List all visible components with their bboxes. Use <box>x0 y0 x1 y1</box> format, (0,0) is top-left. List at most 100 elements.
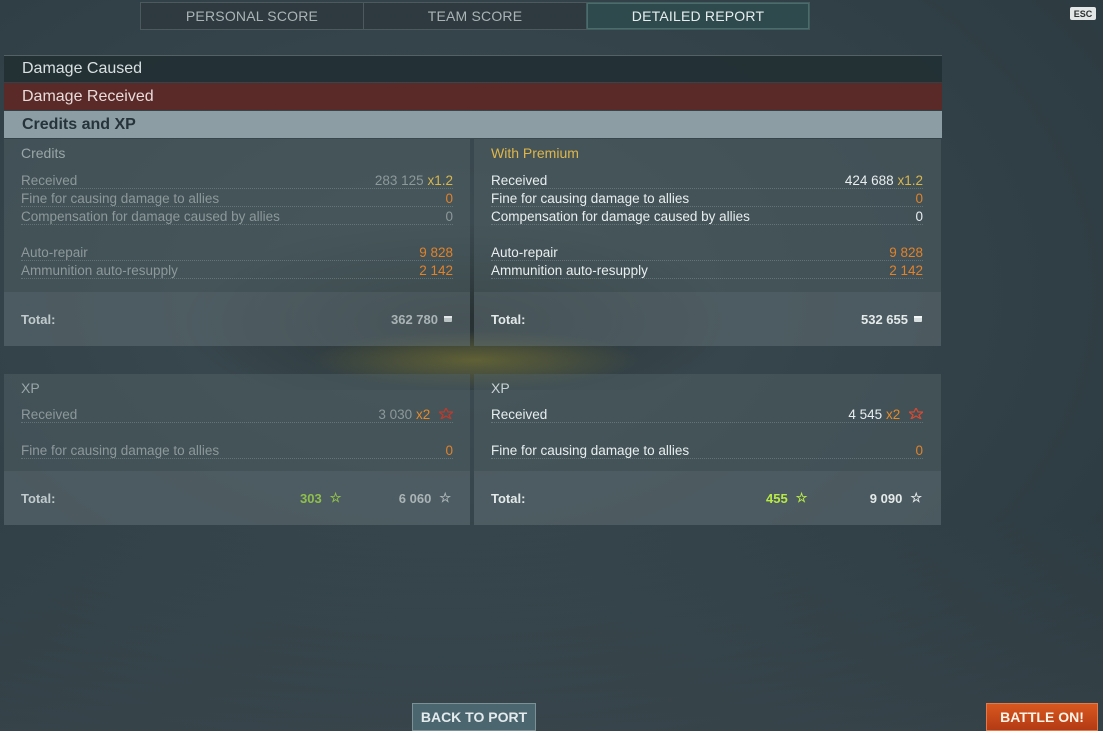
row-value: 0 <box>915 209 923 224</box>
premium-row-auto-repair: Auto-repair 9 828 <box>491 242 923 261</box>
credits-header: Credits <box>4 139 470 166</box>
row-label: Auto-repair <box>491 245 558 260</box>
row-value: 0 <box>445 209 453 224</box>
credits-total-box: Total: 362 780 <box>4 292 470 346</box>
star-icon: ☆ <box>329 490 342 505</box>
xp-header: XP <box>4 374 470 401</box>
xp-total-box: Total: 303 ☆ 6 060 ☆ <box>4 471 470 525</box>
row-label: Fine for causing damage to allies <box>21 443 220 458</box>
silver-coin-icon <box>913 312 923 327</box>
xp-row-fine: Fine for causing damage to allies 0 <box>21 440 453 459</box>
row-label: Ammunition auto-resupply <box>491 263 648 278</box>
row-value: 2 142 <box>889 263 923 278</box>
row-value: 3 030 x2 <box>378 406 455 422</box>
top-tabs: PERSONAL SCORE TEAM SCORE DETAILED REPOR… <box>140 2 810 30</box>
premium-row-ammo: Ammunition auto-resupply 2 142 <box>491 260 923 279</box>
premium-xp-row-fine: Fine for causing damage to allies 0 <box>491 440 923 459</box>
section-damage-caused-label: Damage Caused <box>22 60 143 77</box>
row-label: Received <box>491 407 548 422</box>
premium-xp-header: XP <box>474 374 941 401</box>
tab-personal-score[interactable]: PERSONAL SCORE <box>141 3 364 29</box>
premium-xp-row-received: Received 4 545 x2 <box>491 404 925 423</box>
premium-xp-total: 9 090 ☆ <box>870 471 922 525</box>
credits-header-label: Credits <box>21 144 66 161</box>
premium-elite-xp-total: 455 ☆ <box>766 471 807 525</box>
premium-header: With Premium <box>474 139 941 166</box>
row-label: Fine for causing damage to allies <box>491 191 690 206</box>
row-value: 2 142 <box>419 263 453 278</box>
credits-row-ammo: Ammunition auto-resupply 2 142 <box>21 260 453 279</box>
elite-xp-total: 303 ☆ <box>300 471 341 525</box>
premium-header-label: With Premium <box>491 144 579 161</box>
section-damage-caused[interactable]: Damage Caused <box>4 55 942 82</box>
row-label: Compensation for damage caused by allies <box>21 209 280 224</box>
section-credits-xp[interactable]: Credits and XP <box>4 111 942 138</box>
elite-xp-number: 303 <box>300 490 322 506</box>
value-number: 4 545 <box>848 407 883 422</box>
premium-elite-xp-number: 455 <box>766 490 788 506</box>
xp-row-received: Received 3 030 x2 <box>21 404 455 423</box>
premium-xp-total-number: 9 090 <box>869 490 903 506</box>
total-value: 362 780 <box>391 292 453 346</box>
premium-total-number: 532 655 <box>861 311 908 327</box>
premium-row-received: Received 424 688 x1.2 <box>491 170 923 189</box>
silver-coin-icon <box>443 312 453 327</box>
section-credits-xp-label: Credits and XP <box>22 115 136 133</box>
multiplier: x1.2 <box>897 173 923 188</box>
section-damage-received-label: Damage Received <box>22 87 154 105</box>
premium-row-fine: Fine for causing damage to allies 0 <box>491 188 923 207</box>
total-label: Total: <box>21 311 56 327</box>
row-value: 0 <box>915 443 923 458</box>
credits-total-number: 362 780 <box>391 311 438 327</box>
battle-on-button[interactable]: BATTLE ON! <box>986 703 1098 731</box>
row-label: Received <box>21 173 78 188</box>
back-to-port-button[interactable]: BACK TO PORT <box>412 703 536 731</box>
row-label: Ammunition auto-resupply <box>21 263 178 278</box>
premium-total-box: Total: 532 655 <box>474 292 941 346</box>
premium-xp-total-box: Total: 455 ☆ 9 090 ☆ <box>474 471 941 525</box>
row-value: 424 688 x1.2 <box>845 173 923 188</box>
total-label: Total: <box>21 490 56 506</box>
premium-row-compensation: Compensation for damage caused by allies… <box>491 206 923 225</box>
row-label: Received <box>21 407 78 422</box>
esc-button[interactable]: ESC <box>1070 7 1096 20</box>
row-label: Auto-repair <box>21 245 88 260</box>
multiplier: x2 <box>885 407 901 422</box>
row-value: 0 <box>915 191 923 206</box>
value-number: 283 125 <box>374 173 424 188</box>
xp-total: 6 060 ☆ <box>399 471 451 525</box>
tab-detailed-report[interactable]: DETAILED REPORT <box>587 3 809 29</box>
total-value: 532 655 <box>861 292 923 346</box>
multiplier: x1.2 <box>427 173 453 188</box>
value-number: 424 688 <box>844 173 894 188</box>
background-sea <box>0 520 1103 731</box>
row-label: Fine for causing damage to allies <box>491 443 690 458</box>
tab-team-score[interactable]: TEAM SCORE <box>364 3 587 29</box>
section-damage-received[interactable]: Damage Received <box>4 83 942 110</box>
xp-total-number: 6 060 <box>398 490 432 506</box>
credits-row-fine: Fine for causing damage to allies 0 <box>21 188 453 207</box>
multiplier: x2 <box>415 407 431 422</box>
row-label: Received <box>491 173 548 188</box>
row-value: 9 828 <box>419 245 453 260</box>
xp-header-label: XP <box>21 379 40 396</box>
total-label: Total: <box>491 311 526 327</box>
row-value: 283 125 x1.2 <box>375 173 453 188</box>
signal-flag-icon <box>907 406 925 422</box>
row-value: 4 545 x2 <box>848 406 925 422</box>
star-icon: ☆ <box>439 490 451 505</box>
total-label: Total: <box>491 490 526 506</box>
row-value: 0 <box>445 191 453 206</box>
row-label: Compensation for damage caused by allies <box>491 209 750 224</box>
row-value: 9 828 <box>889 245 923 260</box>
credits-row-auto-repair: Auto-repair 9 828 <box>21 242 453 261</box>
credits-row-received: Received 283 125 x1.2 <box>21 170 453 189</box>
star-icon: ☆ <box>910 490 922 505</box>
row-label: Fine for causing damage to allies <box>21 191 220 206</box>
value-number: 3 030 <box>378 407 413 422</box>
row-value: 0 <box>445 443 453 458</box>
signal-flag-icon <box>437 406 455 422</box>
premium-xp-header-label: XP <box>491 379 510 396</box>
star-icon: ☆ <box>795 490 808 505</box>
credits-row-compensation: Compensation for damage caused by allies… <box>21 206 453 225</box>
